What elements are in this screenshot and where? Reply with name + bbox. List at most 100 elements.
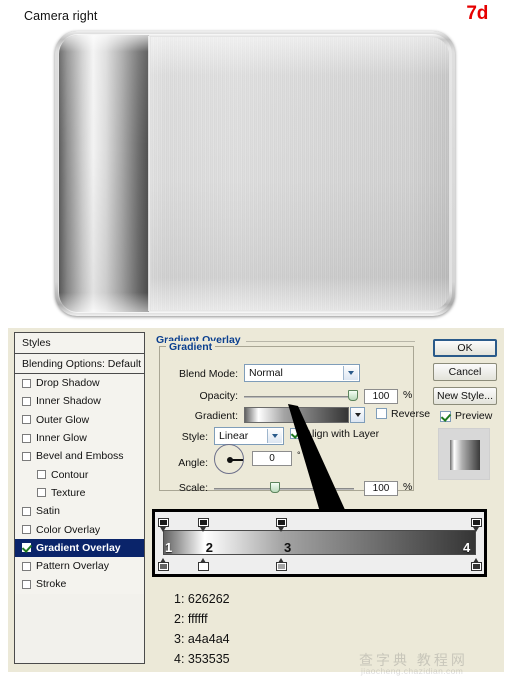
opacity-input[interactable]: 100 [364, 389, 398, 404]
gradient-preview-swatch[interactable] [244, 407, 349, 423]
style-label: Style: [181, 431, 208, 443]
opacity-label: Opacity: [199, 390, 238, 402]
style-checkbox[interactable] [22, 543, 31, 553]
gradient-stop-bottom-2[interactable] [198, 558, 210, 572]
style-row-inner-glow[interactable]: Inner Glow [15, 428, 144, 448]
blend-mode-label: Blend Mode: [179, 368, 238, 380]
style-checkbox[interactable] [22, 506, 31, 516]
style-checkbox[interactable] [22, 451, 31, 461]
gradient-stop-top-2[interactable] [198, 518, 210, 532]
gradient-stop-top-3[interactable] [276, 518, 288, 532]
scale-input[interactable]: 100 [364, 481, 398, 496]
scale-slider-track[interactable] [214, 488, 354, 490]
watermark-en: jiaocheng.chazidian.com [361, 666, 464, 676]
style-row-label: Pattern Overlay [36, 560, 109, 573]
gradient-stop-bottom-4[interactable] [470, 558, 482, 572]
legend-line: 4: 353535 [174, 652, 230, 666]
gradient-stop-top-1[interactable] [157, 518, 169, 532]
style-row-label: Inner Shadow [36, 395, 101, 408]
cancel-button[interactable]: Cancel [433, 363, 497, 381]
camera-body [55, 31, 455, 316]
layer-style-dialog: Styles Blending Options: Default Drop Sh… [8, 328, 504, 672]
style-row-texture[interactable]: Texture [15, 483, 144, 503]
style-value: Linear [219, 430, 249, 442]
angle-dial-needle [230, 459, 243, 461]
angle-label: Angle: [178, 457, 208, 469]
stop-color-chip [472, 520, 480, 525]
gradient-picker-dropdown[interactable] [350, 407, 365, 423]
style-row-label: Satin [36, 505, 60, 518]
gradient-stop-bottom-3[interactable] [276, 558, 288, 572]
style-checkbox[interactable] [22, 378, 31, 388]
style-row-label: Bevel and Emboss [36, 450, 124, 463]
ok-button[interactable]: OK [433, 339, 497, 357]
style-checkbox[interactable] [37, 488, 46, 498]
camera-artwork [55, 31, 455, 316]
gradient-stop-top-4[interactable] [470, 518, 482, 532]
style-row-label: Texture [51, 486, 86, 499]
reverse-checkbox[interactable] [376, 408, 387, 419]
gradient-stop-number-4: 4 [463, 540, 471, 555]
style-row-label: Stroke [36, 578, 67, 591]
stop-color-chip [278, 520, 286, 525]
align-with-layer-label: Align with Layer [305, 428, 380, 440]
header: Camera right 7d [0, 0, 510, 30]
styles-list: Drop Shadow Inner Shadow Outer Glow Inner G… [15, 374, 144, 594]
align-with-layer-checkbox[interactable] [290, 428, 301, 439]
stop-tip [472, 527, 479, 532]
watermark: 查字典 教程网 jiaocheng.chazidian.com [357, 650, 507, 678]
scale-unit: % [403, 481, 413, 493]
stop-color-chip [159, 520, 167, 525]
new-style-button[interactable]: New Style... [433, 387, 497, 405]
styles-panel-header: Styles [15, 333, 144, 354]
stop-color-chip [200, 520, 208, 525]
stop-tip [278, 527, 285, 532]
style-row-color-overlay[interactable]: Color Overlay [15, 520, 144, 539]
step-badge: 7d [466, 3, 488, 24]
style-checkbox[interactable] [22, 579, 31, 589]
stop-color-chip [472, 564, 480, 569]
style-row-pattern-overlay[interactable]: Pattern Overlay [15, 556, 144, 576]
style-row-gradient-overlay[interactable]: Gradient Overlay [15, 538, 144, 557]
scale-slider-thumb[interactable] [270, 482, 280, 493]
preview-thumbnail [438, 428, 490, 480]
style-row-label: Contour [51, 468, 89, 481]
blend-mode-select[interactable]: Normal [244, 364, 360, 382]
gradient-group-title: Gradient [166, 341, 216, 353]
angle-input[interactable]: 0 [252, 451, 292, 466]
style-row-satin[interactable]: Satin [15, 502, 144, 521]
style-row-stroke[interactable]: Stroke [15, 575, 144, 594]
gradient-stop-number-1: 1 [165, 540, 173, 555]
gradient-stop-bottom-1[interactable] [157, 558, 169, 572]
styles-panel: Styles Blending Options: Default Drop Sh… [14, 332, 145, 664]
style-row-bevel-and-emboss[interactable]: Bevel and Emboss [15, 447, 144, 466]
gradient-color-legend: 1: 626262 2: ffffff 3: a4a4a4 4: 353535 [174, 589, 230, 669]
opacity-slider-track[interactable] [244, 396, 354, 398]
blend-mode-value: Normal [249, 367, 283, 379]
style-checkbox[interactable] [37, 470, 46, 480]
preview-checkbox[interactable] [440, 411, 451, 422]
style-row-drop-shadow[interactable]: Drop Shadow [15, 374, 144, 393]
style-checkbox[interactable] [22, 561, 31, 571]
style-row-contour[interactable]: Contour [15, 465, 144, 484]
chevron-down-icon [343, 366, 358, 380]
camera-panel-seam [148, 36, 151, 311]
legend-line: 3: a4a4a4 [174, 632, 230, 646]
style-row-outer-glow[interactable]: Outer Glow [15, 410, 144, 429]
angle-dial[interactable] [214, 444, 244, 474]
gradient-editor: 1 2 3 4 [152, 509, 487, 577]
style-checkbox[interactable] [22, 415, 31, 425]
style-row-label: Drop Shadow [36, 377, 100, 390]
style-checkbox[interactable] [22, 525, 31, 535]
style-row-inner-shadow[interactable]: Inner Shadow [15, 392, 144, 411]
opacity-slider-thumb[interactable] [348, 390, 358, 401]
style-select[interactable]: Linear [214, 427, 284, 445]
legend-line: 1: 626262 [174, 592, 230, 606]
stop-tip [159, 527, 166, 532]
gradient-stop-number-3: 3 [283, 540, 292, 555]
gradient-stop-number-2: 2 [205, 540, 213, 555]
style-checkbox[interactable] [22, 433, 31, 443]
blending-options-row[interactable]: Blending Options: Default [15, 354, 144, 374]
style-checkbox[interactable] [22, 396, 31, 406]
chevron-down-icon [267, 429, 282, 443]
